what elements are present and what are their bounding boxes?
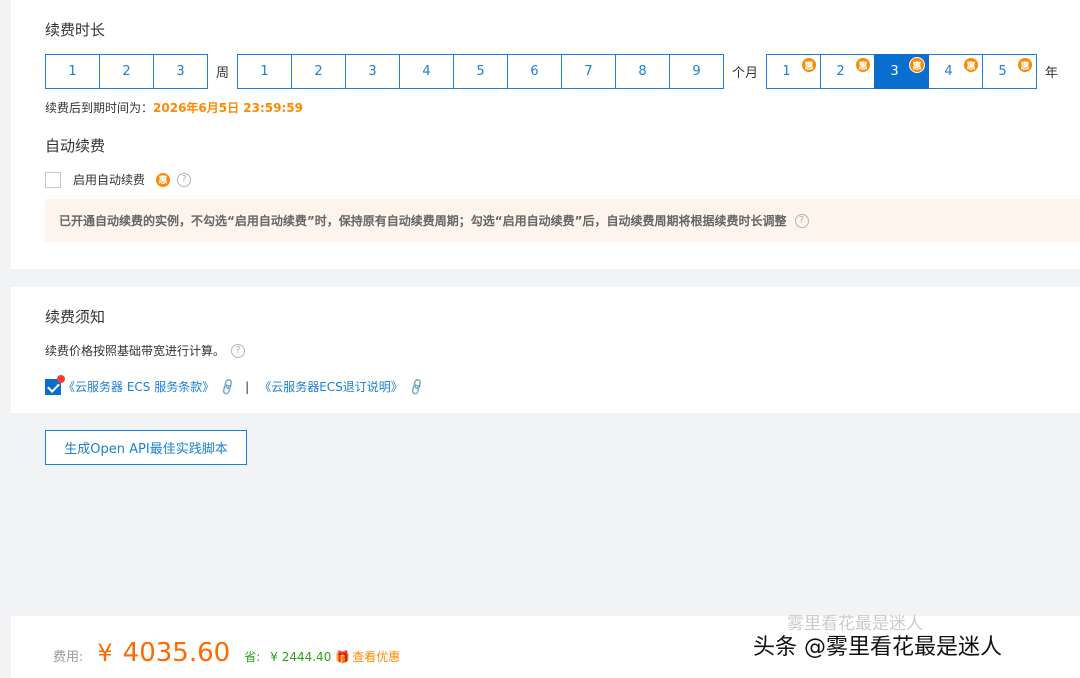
month-option-label: 6: [530, 64, 539, 79]
year-option-label: 1: [782, 64, 791, 79]
save-label: 省:: [244, 650, 261, 664]
month-option-9[interactable]: 9: [669, 54, 725, 89]
renewal-notes-card: 续费须知 续费价格按照基础带宽进行计算。 ? 《云服务器 ECS 服务条款》 🔗…: [11, 287, 1080, 413]
discount-badge-icon: 惠: [1017, 57, 1034, 73]
price-tip-text: 续费价格按照基础带宽进行计算。: [45, 344, 226, 358]
expire-info: 续费后到期时间为：2026年6月5日 23:59:59: [45, 99, 303, 116]
year-options: 1惠2惠3惠4惠5惠: [766, 54, 1038, 89]
help-icon[interactable]: ?: [177, 172, 192, 187]
discount-badge-icon: 惠: [963, 57, 980, 73]
month-option-8[interactable]: 8: [615, 54, 671, 89]
month-option-7[interactable]: 7: [561, 54, 617, 89]
terms-checkbox[interactable]: [45, 374, 65, 395]
year-option-label: 5: [998, 64, 1007, 79]
month-option-label: 2: [314, 64, 323, 79]
year-option-4[interactable]: 4惠: [928, 54, 984, 89]
duration-selector-row: 123 周 123456789 个月 1惠2惠3惠4惠5惠 年: [45, 54, 1058, 89]
discount-badge-icon: 惠: [801, 57, 818, 73]
ecs-terms-link[interactable]: 《云服务器 ECS 服务条款》: [63, 378, 214, 395]
month-options: 1 2 3 4 5 6 7 8 9: [237, 54, 725, 89]
year-option-label: 4: [944, 64, 953, 79]
renewal-notes-title: 续费须知: [45, 308, 106, 326]
month-option-label: 1: [260, 64, 269, 79]
month-option-label: 4: [422, 64, 431, 79]
currency-symbol: ¥: [97, 639, 113, 667]
year-option-1[interactable]: 1惠: [766, 54, 822, 89]
ecs-refund-link[interactable]: 《云服务器ECS退订说明》: [259, 378, 403, 395]
save-amount: ¥ 2444.40: [270, 650, 332, 664]
month-option-5[interactable]: 5: [453, 54, 509, 89]
link-icon: 🔗: [406, 376, 427, 397]
fee-summary: 费用: ¥ 4035.60 省: ¥ 2444.40 🎁 查看优惠: [53, 638, 400, 668]
week-option-label: 1: [68, 64, 77, 79]
year-option-5[interactable]: 5惠: [982, 54, 1038, 89]
month-option-2[interactable]: 2: [291, 54, 347, 89]
week-option-label: 2: [122, 64, 131, 79]
auto-renew-title: 自动续费: [45, 137, 106, 155]
year-option-label: 3: [890, 64, 899, 79]
month-option-label: 9: [692, 64, 701, 79]
auto-renew-notice: 已开通自动续费的实例，不勾选“启用自动续费”时，保持原有自动续费周期；勾选“启用…: [45, 199, 1080, 242]
month-option-label: 5: [476, 64, 485, 79]
auto-renew-row: 启用自动续费 惠 ?: [45, 171, 192, 188]
month-option-4[interactable]: 4: [399, 54, 455, 89]
price-tip: 续费价格按照基础带宽进行计算。 ?: [45, 342, 246, 359]
renewal-duration-title: 续费时长: [45, 21, 106, 39]
month-option-3[interactable]: 3: [345, 54, 401, 89]
expire-label: 续费后到期时间为：: [45, 101, 154, 115]
expire-value: 2026年6月5日 23:59:59: [153, 101, 303, 115]
link-separator: |: [245, 379, 250, 394]
year-unit-label: 年: [1045, 66, 1059, 81]
red-dot-indicator: [57, 374, 65, 383]
watermark: 头条 @雾里看花最是迷人: [753, 635, 1002, 660]
fee-label: 费用:: [53, 650, 84, 665]
month-option-6[interactable]: 6: [507, 54, 563, 89]
generate-open-api-button[interactable]: 生成Open API最佳实践脚本: [45, 430, 247, 465]
auto-renew-label: 启用自动续费: [73, 173, 146, 187]
month-option-1[interactable]: 1: [237, 54, 293, 89]
terms-row: 《云服务器 ECS 服务条款》 🔗 | 《云服务器ECS退订说明》 🔗: [45, 374, 432, 397]
discount-badge-icon: 惠: [155, 171, 172, 188]
price-help-icon[interactable]: ?: [231, 343, 246, 358]
link-icon: 🔗: [217, 376, 238, 397]
week-unit-label: 周: [216, 66, 230, 81]
fee-amount: 4035.60: [122, 638, 231, 668]
week-option-label: 3: [176, 64, 185, 79]
discount-badge-icon: 惠: [855, 57, 872, 73]
discount-badge-icon: 惠: [909, 57, 926, 73]
view-offer-link[interactable]: 查看优惠: [352, 648, 400, 665]
month-option-label: 8: [638, 64, 647, 79]
month-option-label: 3: [368, 64, 377, 79]
year-option-2[interactable]: 2惠: [820, 54, 876, 89]
year-option-3[interactable]: 3惠: [874, 54, 930, 89]
month-unit-label: 个月: [732, 66, 759, 81]
renewal-card: 续费时长 123 周 123456789 个月 1惠2惠3惠4惠5惠 年 续费后…: [11, 0, 1080, 269]
week-option-3[interactable]: 3: [153, 54, 208, 89]
auto-renew-checkbox[interactable]: [45, 171, 61, 188]
notice-text: 已开通自动续费的实例，不勾选“启用自动续费”时，保持原有自动续费周期；勾选“启用…: [59, 214, 787, 228]
notice-help-icon[interactable]: ?: [794, 213, 809, 228]
month-option-label: 7: [584, 64, 593, 79]
gift-icon: 🎁: [335, 650, 351, 664]
week-option-2[interactable]: 2: [99, 54, 154, 89]
week-option-1[interactable]: 1: [45, 54, 100, 89]
week-options: 1 2 3: [45, 54, 208, 89]
year-option-label: 2: [836, 64, 845, 79]
